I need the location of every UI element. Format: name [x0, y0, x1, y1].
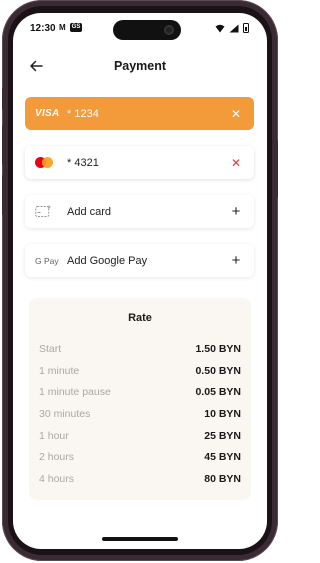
rate-row: 30 minutes 10 BYN — [39, 403, 241, 425]
dynamic-island — [113, 20, 181, 40]
rate-row: Start 1.50 BYN — [39, 338, 241, 360]
rate-row: 1 minute pause 0.05 BYN — [39, 381, 241, 403]
mastercard-circles — [35, 157, 53, 168]
rate-value: 10 BYN — [204, 407, 241, 420]
battery-icon — [243, 23, 249, 33]
credit-card-add-icon — [35, 205, 63, 218]
rate-value: 25 BYN — [204, 429, 241, 442]
rate-label: 1 minute pause — [39, 386, 111, 399]
rate-row: 1 minute 0.50 BYN — [39, 360, 241, 382]
status-icons-left: M GS — [59, 23, 83, 32]
camera-icon — [164, 25, 174, 35]
visa-logo-icon: VISA — [35, 108, 63, 119]
gpay-brand-text: G Pay — [35, 255, 59, 266]
side-button-action — [2, 88, 5, 110]
visa-brand-text: VISA — [35, 108, 60, 119]
card-number: * 1234 — [67, 107, 99, 120]
home-indicator[interactable] — [102, 537, 178, 541]
rate-value: 0.05 BYN — [195, 386, 241, 399]
add-card-plus-button[interactable]: + — [228, 204, 244, 220]
header: Payment — [13, 55, 267, 79]
rate-label: 2 hours — [39, 451, 75, 464]
remove-card-button[interactable]: ✕ — [228, 106, 244, 122]
rate-title: Rate — [128, 312, 152, 324]
rate-row: 2 hours 45 BYN — [39, 446, 241, 468]
add-google-pay-label: Add Google Pay — [67, 254, 148, 267]
add-google-pay-row[interactable]: G Pay Add Google Pay + — [25, 244, 254, 277]
add-google-pay-plus-button[interactable]: + — [228, 253, 244, 269]
rate-label: 1 hour — [39, 429, 69, 442]
rate-value: 1.50 BYN — [195, 342, 241, 355]
rate-panel: Rate Start 1.50 BYN 1 minute 0.50 BYN 1 … — [29, 298, 251, 500]
rate-value: 45 BYN — [204, 451, 241, 464]
cell-signal-icon — [229, 24, 239, 32]
rate-row: 4 hours 80 BYN — [39, 468, 241, 490]
payment-card-mastercard[interactable]: * 4321 ✕ — [25, 146, 254, 179]
add-card-row[interactable]: Add card + — [25, 195, 254, 228]
payment-card-visa[interactable]: VISA * 1234 ✕ — [25, 97, 254, 130]
gmail-icon: M — [59, 23, 66, 32]
card-number: * 4321 — [67, 156, 99, 169]
app-notification-icon: GS — [69, 23, 83, 32]
screen: 12:30 M GS Payment VISA * 1234 ✕ * 4321 … — [13, 13, 267, 549]
add-card-label: Add card — [67, 205, 112, 218]
status-time: 12:30 — [30, 23, 56, 34]
rate-label: Start — [39, 342, 62, 355]
rate-value: 0.50 BYN — [195, 364, 241, 377]
rate-label: 1 minute — [39, 364, 80, 377]
status-icons-right — [215, 23, 249, 33]
rate-label: 4 hours — [39, 472, 75, 485]
remove-card-button[interactable]: ✕ — [228, 155, 244, 171]
side-button-volume-down — [2, 175, 5, 215]
rate-label: 30 minutes — [39, 407, 91, 420]
side-button-power — [275, 140, 278, 198]
side-button-volume-up — [2, 125, 5, 165]
mastercard-logo-icon — [35, 157, 63, 168]
page-title: Payment — [113, 59, 167, 73]
google-pay-logo-icon: G Pay — [35, 256, 63, 266]
rate-row: 1 hour 25 BYN — [39, 425, 241, 447]
rate-value: 80 BYN — [204, 472, 241, 485]
wifi-icon — [215, 24, 225, 32]
status-bar: 12:30 M GS — [13, 13, 267, 43]
